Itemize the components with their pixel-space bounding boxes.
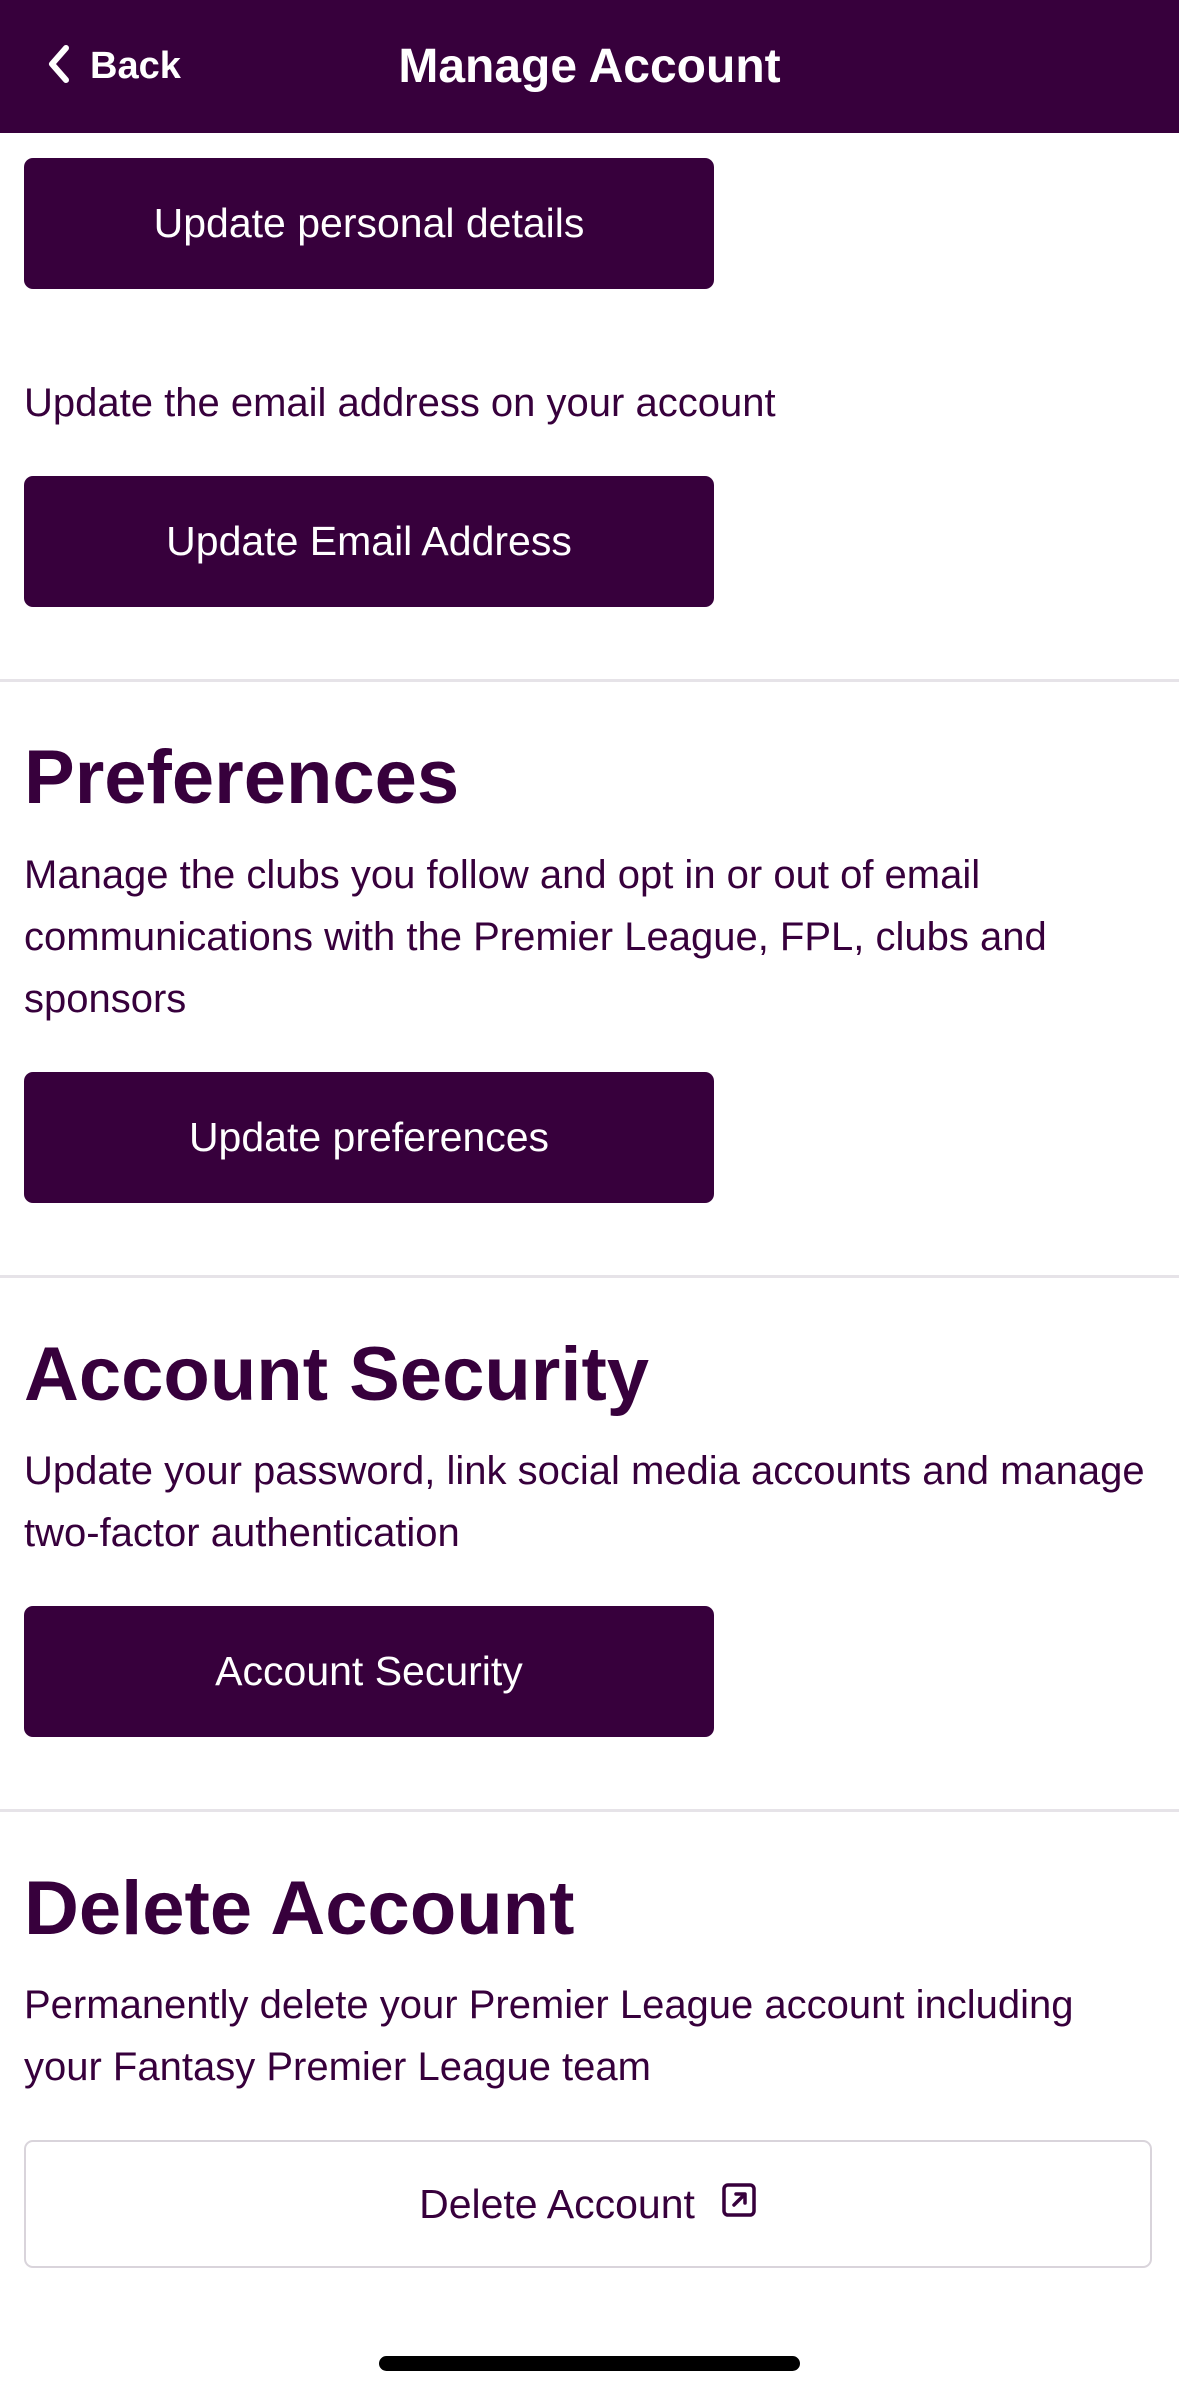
- section-divider: [0, 679, 1179, 682]
- update-email-button[interactable]: Update Email Address: [24, 476, 714, 607]
- home-indicator[interactable]: [379, 2356, 800, 2371]
- update-personal-details-button[interactable]: Update personal details: [24, 158, 714, 289]
- section-divider: [0, 1809, 1179, 1812]
- section-divider: [0, 1275, 1179, 1278]
- preferences-description: Manage the clubs you follow and opt in o…: [24, 853, 1047, 1021]
- delete-account-button[interactable]: Delete Account: [24, 2140, 1152, 2268]
- chevron-left-icon: [44, 42, 74, 91]
- update-preferences-button[interactable]: Update preferences: [24, 1072, 714, 1203]
- back-label: Back: [90, 44, 181, 87]
- delete-account-description: Permanently delete your Premier League a…: [24, 1983, 1074, 2089]
- email-description: Update the email address on your account: [24, 381, 776, 425]
- back-button[interactable]: Back: [44, 38, 181, 94]
- delete-account-title: Delete Account: [24, 1866, 575, 1951]
- account-security-description: Update your password, link social media …: [24, 1449, 1145, 1555]
- external-link-icon: [721, 2181, 757, 2228]
- account-security-button[interactable]: Account Security: [24, 1606, 714, 1737]
- delete-account-label: Delete Account: [419, 2180, 695, 2227]
- top-bar: Manage Account Back: [0, 0, 1179, 133]
- account-security-title: Account Security: [24, 1332, 650, 1417]
- preferences-title: Preferences: [24, 735, 460, 820]
